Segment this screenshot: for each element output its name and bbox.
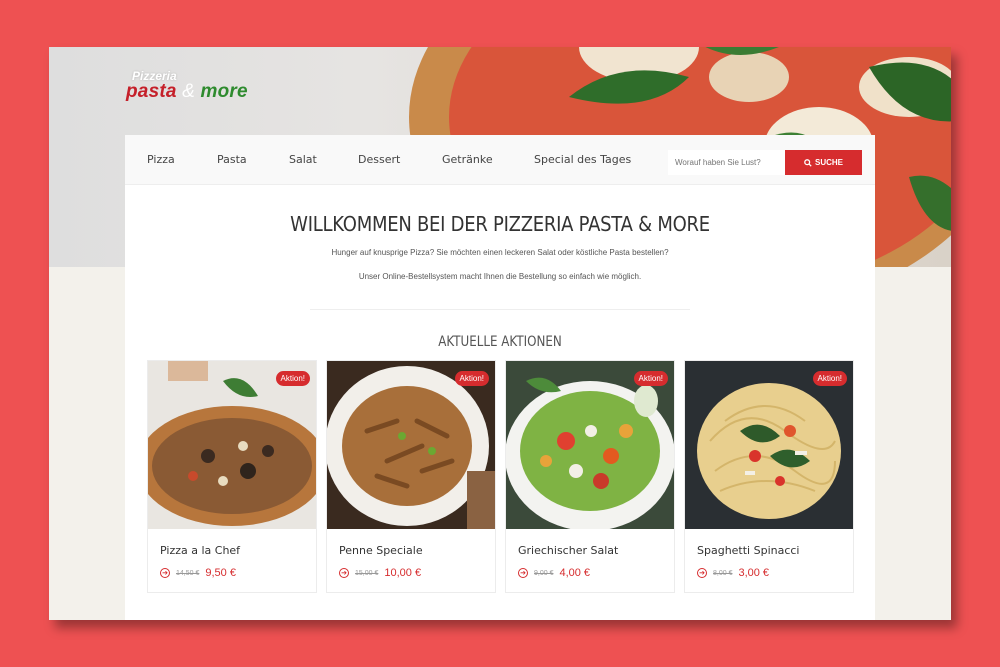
price-row: ➔ 9,00 € 4,00 €	[518, 567, 590, 579]
product-name[interactable]: Penne Speciale	[339, 544, 423, 557]
arrow-right-circle-icon[interactable]: ➔	[160, 568, 170, 578]
intro-text-2: Unser Online-Bestellsystem macht Ihnen d…	[358, 272, 642, 281]
nav-item-dessert[interactable]: Dessert	[358, 153, 400, 166]
logo-wordmark: pasta & more	[126, 81, 248, 103]
sale-badge: Aktion!	[812, 371, 847, 386]
search-input[interactable]	[668, 150, 785, 175]
product-card[interactable]: Aktion! Griechischer Salat ➔ 9,00 € 4,00…	[505, 360, 675, 593]
new-price: 10,00 €	[384, 567, 422, 579]
arrow-right-circle-icon[interactable]: ➔	[339, 568, 349, 578]
product-name[interactable]: Griechischer Salat	[518, 544, 618, 557]
nav-item-pasta[interactable]: Pasta	[217, 153, 247, 166]
pizza-image	[148, 361, 316, 529]
product-image[interactable]	[148, 361, 316, 529]
page-title: WILLKOMMEN BEI DER PIZZERIA PASTA & MORE	[290, 212, 710, 236]
logo-word-pasta: pasta	[126, 81, 177, 102]
nav-item-getraenke[interactable]: Getränke	[442, 153, 493, 166]
search-button[interactable]: SUCHE	[785, 150, 862, 175]
nav-item-salat[interactable]: Salat	[289, 153, 317, 166]
section-title-actions: AKTUELLE AKTIONEN	[438, 334, 562, 350]
old-price: 9,00 €	[534, 569, 554, 577]
old-price: 14,50 €	[176, 569, 200, 577]
product-name[interactable]: Pizza a la Chef	[160, 544, 240, 557]
arrow-right-circle-icon[interactable]: ➔	[518, 568, 528, 578]
main-nav: Pizza Pasta Salat Dessert Getränke Speci…	[125, 135, 875, 185]
new-price: 4,00 €	[559, 567, 591, 579]
salad-image	[506, 361, 674, 529]
divider	[310, 309, 690, 310]
intro-text-1: Hunger auf knusprige Pizza? Sie möchten …	[331, 248, 669, 257]
old-price: 8,00 €	[713, 569, 733, 577]
product-card[interactable]: Aktion! Spaghetti Spinacci ➔ 8,00 € 3,00…	[684, 360, 854, 593]
logo-ampersand: &	[182, 81, 195, 102]
product-image[interactable]	[506, 361, 674, 529]
price-row: ➔ 15,00 € 10,00 €	[339, 567, 421, 579]
nav-item-pizza[interactable]: Pizza	[147, 153, 175, 166]
pasta-image	[327, 361, 495, 529]
product-image[interactable]	[327, 361, 495, 529]
product-card[interactable]: Aktion! Penne Speciale ➔ 15,00 € 10,00 €	[326, 360, 496, 593]
browser-frame: Pizzeria pasta & more Pizza Pasta Salat …	[49, 47, 951, 620]
spaghetti-image	[685, 361, 853, 529]
logo-word-more: more	[200, 81, 248, 102]
sale-badge: Aktion!	[633, 371, 668, 386]
new-price: 3,00 €	[738, 567, 770, 579]
price-row: ➔ 8,00 € 3,00 €	[697, 567, 769, 579]
product-image[interactable]	[685, 361, 853, 529]
sale-badge: Aktion!	[454, 371, 489, 386]
search-icon	[804, 158, 812, 167]
sale-badge: Aktion!	[275, 371, 310, 386]
arrow-right-circle-icon[interactable]: ➔	[697, 568, 707, 578]
product-card[interactable]: Aktion! Pizza a la Chef ➔ 14,50 € 9,50 €	[147, 360, 317, 593]
search-button-label: SUCHE	[814, 158, 843, 167]
product-name[interactable]: Spaghetti Spinacci	[697, 544, 800, 557]
old-price: 15,00 €	[355, 569, 379, 577]
new-price: 9,50 €	[205, 567, 236, 579]
site-logo[interactable]: Pizzeria pasta & more	[126, 69, 276, 109]
price-row: ➔ 14,50 € 9,50 €	[160, 567, 236, 579]
main-content: Pizza Pasta Salat Dessert Getränke Speci…	[125, 135, 875, 620]
nav-item-special[interactable]: Special des Tages	[534, 153, 631, 166]
